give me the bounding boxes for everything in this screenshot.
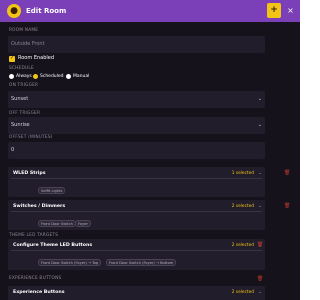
chip-foyer: Foyer: [75, 220, 91, 227]
on-trigger-label: ON TRIGGER: [9, 83, 39, 88]
offset-input[interactable]: 0: [8, 142, 265, 159]
switches-title: Switches / Dimmers: [13, 204, 66, 209]
switches-section[interactable]: Switches / Dimmers 2 selected ⌄ Front Do…: [8, 200, 265, 230]
room-name-input[interactable]: Outside Front: [8, 36, 265, 53]
wled-strips-count: 1 selected: [231, 171, 254, 176]
wled-strips-title: WLED Strips: [13, 171, 46, 176]
off-trigger-value: Sunrise: [11, 122, 30, 128]
add-button[interactable]: +: [267, 3, 281, 18]
radio-manual[interactable]: [66, 74, 71, 79]
radio-always-label: Always: [16, 74, 32, 79]
chevron-down-icon: ⌄: [257, 122, 262, 128]
room-name-label: ROOM NAME: [9, 28, 39, 33]
trash-icon[interactable]: 🗑: [284, 170, 290, 177]
chevron-down-icon: ⌄: [257, 96, 262, 102]
radio-scheduled[interactable]: [33, 74, 38, 79]
radio-manual-label: Manual: [73, 74, 90, 79]
experience-title: Experience Buttons: [13, 290, 65, 295]
radio-scheduled-label: Scheduled: [40, 74, 64, 79]
dialog-header: ● Edit Room + ×: [0, 0, 300, 22]
off-trigger-select[interactable]: Sunrise ⌄: [8, 117, 265, 134]
schedule-label: SCHEDULE: [9, 66, 34, 71]
close-button[interactable]: ×: [284, 3, 297, 18]
radio-always[interactable]: [9, 74, 14, 79]
section-divider: [11, 178, 262, 179]
chevron-down-icon: ⌄: [258, 171, 262, 176]
on-trigger-value: Sunset: [11, 96, 29, 102]
room-enabled-label: Room Enabled: [18, 55, 55, 61]
theme-led-count: 2 selected: [231, 243, 254, 248]
lightbulb-icon: ●: [7, 4, 21, 18]
experience-label: EXPERIENCE BUTTONS: [9, 276, 62, 281]
offset-value: 0: [11, 147, 15, 153]
experience-count: 2 selected: [231, 290, 254, 295]
chip-front-door-switch: Front Door Switch: [38, 220, 76, 227]
experience-section[interactable]: Experience Buttons 2 selected ⌄: [8, 286, 265, 300]
room-name-value: Outside Front: [11, 41, 45, 47]
theme-led-title: Configure Theme LED Buttons: [13, 243, 93, 248]
checkmark-icon: ✓: [10, 55, 15, 61]
section-divider: [11, 250, 262, 251]
chevron-down-icon: ⌄: [258, 204, 262, 209]
offset-label: OFFSET (MINUTES): [9, 135, 53, 140]
theme-led-section[interactable]: Configure Theme LED Buttons 2 selected ⌄…: [8, 239, 265, 270]
room-enabled-checkbox[interactable]: ✓: [9, 55, 15, 62]
on-trigger-select[interactable]: Sunset ⌄: [8, 91, 265, 108]
dialog-title: Edit Room: [26, 7, 67, 15]
trash-icon[interactable]: 🗑: [257, 276, 263, 283]
wled-strips-section[interactable]: WLED Strips 1 selected ⌄ Soffit Lights: [8, 167, 265, 197]
trash-icon[interactable]: 🗑: [257, 242, 263, 249]
switches-count: 2 selected: [231, 204, 254, 209]
chevron-down-icon: ⌄: [258, 290, 262, 295]
chip-theme-bottom: Front Door Switch (Foyer) → Bottom: [106, 259, 177, 266]
edit-room-dialog: ● Edit Room + × ROOM NAME Outside Front …: [0, 0, 300, 300]
chip-soffit-lights: Soffit Lights: [38, 187, 66, 194]
chip-theme-top: Front Door Switch (Foyer) → Top: [38, 259, 102, 266]
trash-icon[interactable]: 🗑: [284, 203, 290, 210]
section-divider: [11, 211, 262, 212]
